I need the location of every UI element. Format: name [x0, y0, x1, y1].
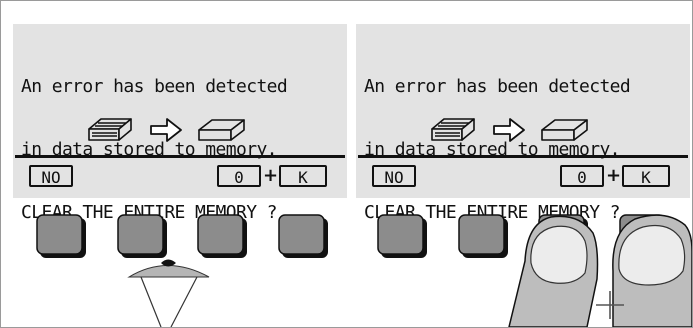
hardware-button-1[interactable] [36, 214, 86, 258]
figure-frame: An error has been detected in data store… [0, 0, 693, 328]
hardware-illustration [36, 214, 692, 327]
hardware-button-1[interactable] [377, 214, 427, 258]
finger-pressing-button-4-icon [612, 214, 692, 327]
finger-pressing-button-3-icon [508, 215, 599, 327]
hardware-button-2[interactable] [117, 214, 167, 258]
eye-view-icon [127, 259, 210, 327]
hardware-button-2[interactable] [458, 214, 508, 258]
hardware-button-4[interactable] [278, 214, 328, 258]
hardware-button-3[interactable] [197, 214, 247, 258]
button-group-left [36, 214, 328, 258]
